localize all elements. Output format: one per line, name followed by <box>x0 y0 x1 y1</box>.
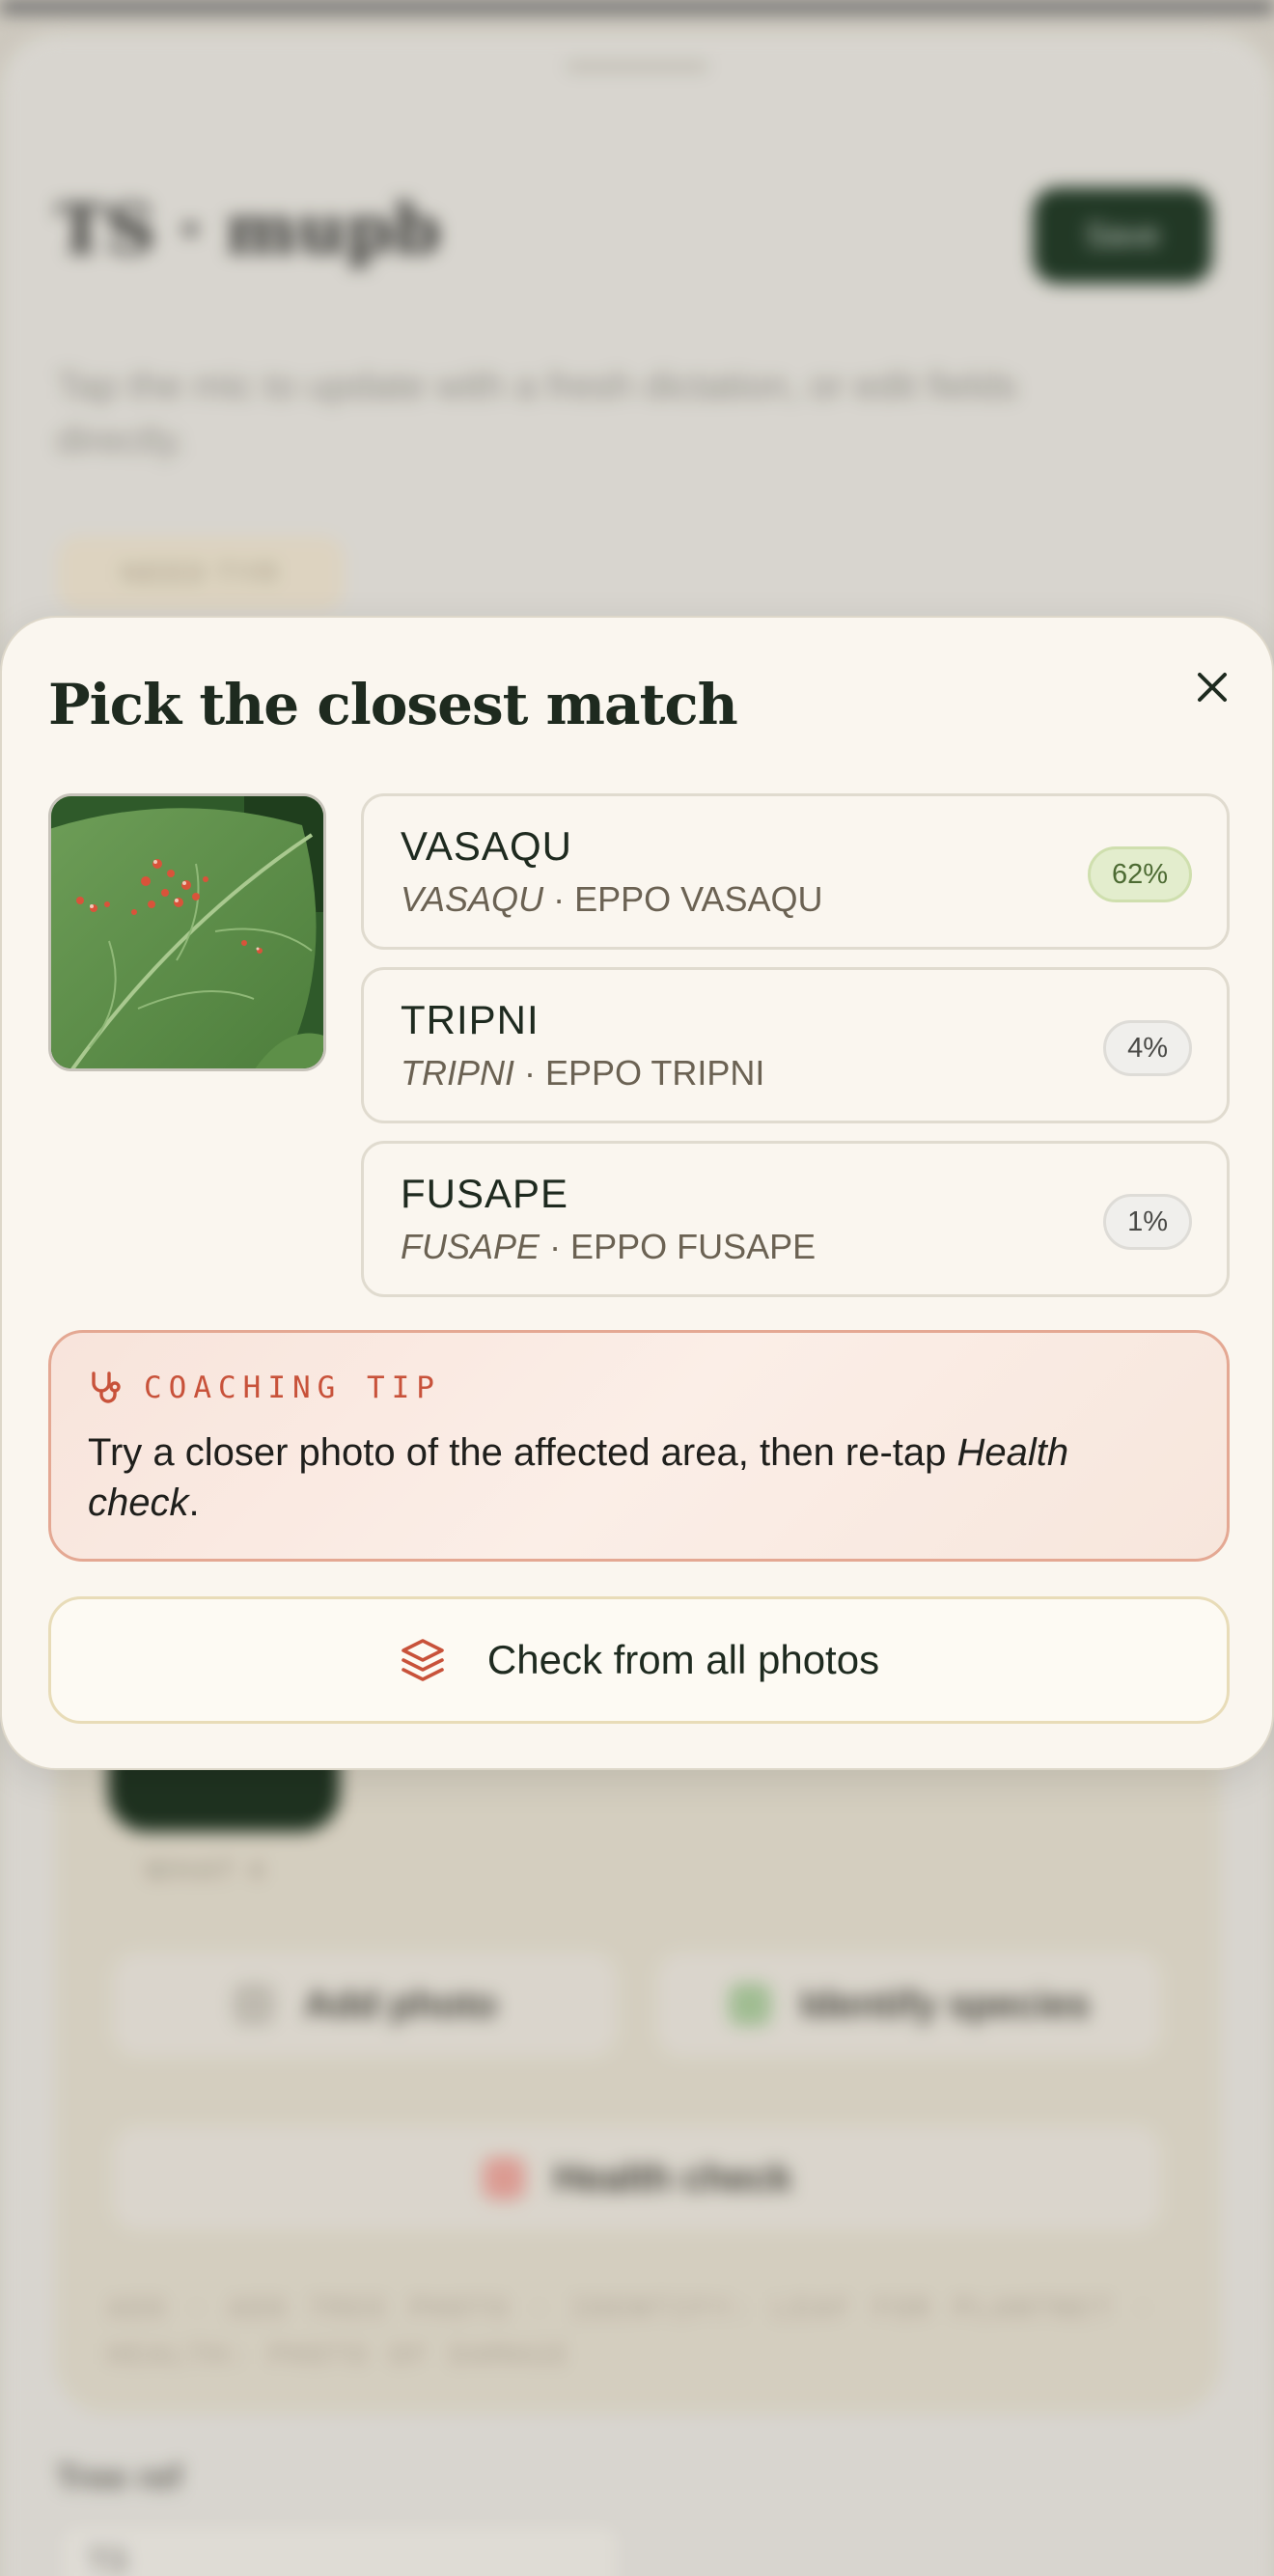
layers-icon <box>402 1639 444 1681</box>
confidence-badge: 62% <box>1087 846 1192 902</box>
sheet-title: Pick the closest match <box>48 672 738 737</box>
close-icon <box>1198 673 1227 702</box>
coaching-tip-header: COACHING TIP <box>88 1370 441 1406</box>
coaching-tip-text: Try a closer photo of the affected area,… <box>88 1427 1188 1528</box>
tip-text-prefix: Try a closer photo of the affected area,… <box>88 1431 957 1474</box>
match-option-2[interactable]: TRIPNI TRIPNI · EPPO TRIPNI 4% <box>361 967 1230 1123</box>
coaching-tip-label: COACHING TIP <box>144 1371 441 1405</box>
check-all-photos-label: Check from all photos <box>486 1637 880 1682</box>
match-code: · EPPO TRIPNI <box>524 1053 765 1093</box>
match-details: FUSAPE · EPPO FUSAPE <box>401 1227 816 1267</box>
match-code: · EPPO FUSAPE <box>549 1227 817 1266</box>
match-option-3[interactable]: FUSAPE FUSAPE · EPPO FUSAPE 1% <box>361 1141 1230 1297</box>
stethoscope-icon <box>92 1371 121 1403</box>
check-all-photos-button[interactable]: Check from all photos <box>48 1596 1230 1724</box>
match-code: · EPPO VASAQU <box>553 879 823 919</box>
match-details: VASAQU · EPPO VASAQU <box>401 879 822 920</box>
confidence-badge: 4% <box>1103 1020 1192 1076</box>
close-button[interactable] <box>1185 660 1239 714</box>
match-name: VASAQU <box>401 823 572 869</box>
match-scientific-name: TRIPNI <box>401 1053 515 1093</box>
match-name: TRIPNI <box>401 997 540 1042</box>
leaf-photo-image <box>51 796 323 1068</box>
coaching-tip: COACHING TIP Try a closer photo of the a… <box>48 1330 1230 1562</box>
tip-text-suffix: . <box>188 1482 200 1524</box>
match-details: TRIPNI · EPPO TRIPNI <box>401 1053 764 1094</box>
match-scientific-name: FUSAPE <box>401 1227 540 1266</box>
match-name: FUSAPE <box>401 1171 569 1216</box>
specimen-photo <box>48 793 326 1071</box>
match-option-1[interactable]: VASAQU VASAQU · EPPO VASAQU 62% <box>361 793 1230 950</box>
confidence-badge: 1% <box>1103 1194 1192 1250</box>
match-picker-sheet: Pick the closest match VASAQU VASAQU · E… <box>0 616 1274 1770</box>
match-scientific-name: VASAQU <box>401 879 544 919</box>
